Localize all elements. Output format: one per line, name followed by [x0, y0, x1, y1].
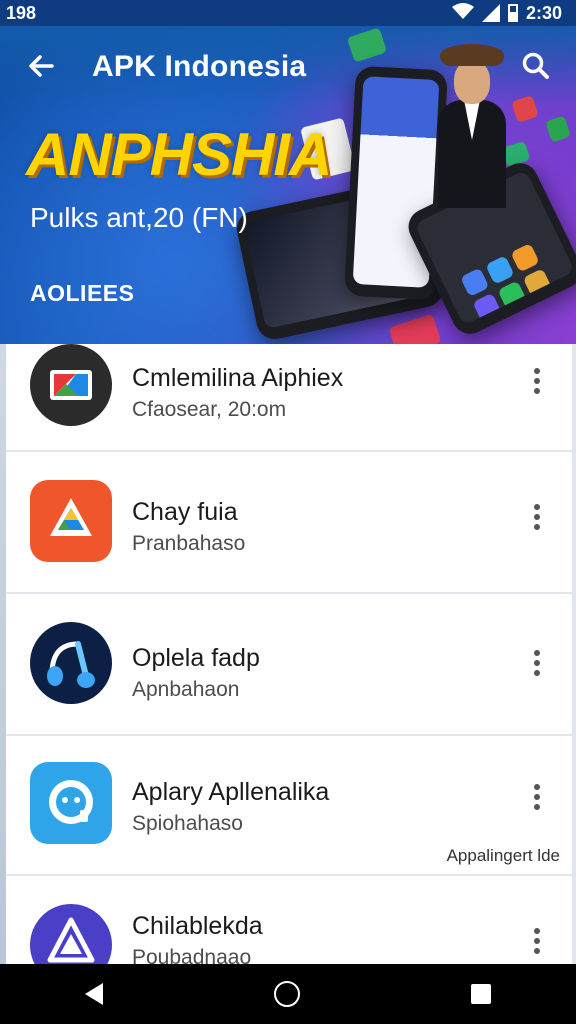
status-bar: 198 2:30 — [0, 0, 576, 26]
hero-banner: APK Indonesia ANPHSHIA Pulks ant,20 (FN)… — [0, 26, 576, 344]
app-name: Aplary Apllenalika — [132, 778, 330, 806]
status-icons: 2:30 — [451, 2, 562, 24]
app-list: Cmlemilina Aiphiex Cfaosear, 20:om Chay … — [6, 344, 572, 964]
status-time-right: 2:30 — [525, 2, 562, 23]
list-footnote: Appalingert lde — [446, 846, 560, 865]
app-name: Chilablekda — [132, 912, 263, 940]
list-item[interactable]: Chay fuia Pranbahaso — [6, 480, 572, 620]
nav-home-icon[interactable] — [273, 981, 300, 1007]
triangle-logo-icon — [30, 904, 112, 964]
nav-back-icon[interactable] — [85, 983, 104, 1005]
divider — [6, 874, 572, 876]
signal-icon — [481, 4, 500, 22]
wifi-icon — [451, 2, 474, 24]
chat-bubble-icon — [30, 762, 112, 844]
floating-app-card — [545, 115, 571, 143]
status-time-left: 198 — [6, 2, 37, 23]
more-vert-icon[interactable] — [532, 650, 542, 680]
battery-icon — [507, 4, 518, 22]
nav-recents-icon[interactable] — [470, 984, 491, 1004]
promo-subline: Pulks ant,20 (FN) — [30, 202, 248, 233]
system-nav-bar — [0, 964, 576, 1024]
promo-headline: ANPHSHIA — [26, 121, 332, 188]
app-name: Oplela fadp — [132, 644, 260, 672]
floating-app-card — [388, 313, 442, 344]
app-name: Chay fuia — [132, 498, 238, 526]
app-subtitle: Spiohahaso — [132, 812, 243, 835]
list-item[interactable]: Chilablekda Poubadnaao — [6, 904, 572, 964]
drive-triangle-icon — [30, 480, 112, 562]
section-label: AOLIEES — [30, 280, 135, 306]
list-item[interactable]: Aplary Apllenalika Spiohahaso — [6, 762, 572, 902]
more-vert-icon[interactable] — [532, 928, 542, 958]
search-icon[interactable] — [518, 48, 554, 84]
more-vert-icon[interactable] — [532, 368, 542, 398]
app-subtitle: Apnbahaon — [132, 678, 240, 701]
app-bar: APK Indonesia — [0, 40, 576, 92]
divider — [6, 592, 572, 594]
image-gallery-icon — [30, 344, 112, 426]
app-subtitle: Pranbahaso — [132, 532, 246, 555]
headphones-icon — [30, 622, 112, 704]
more-vert-icon[interactable] — [532, 784, 542, 814]
app-name: Cmlemilina Aiphiex — [132, 364, 344, 392]
app-subtitle: Cfaosear, 20:om — [132, 398, 287, 421]
app-title: APK Indonesia — [92, 50, 307, 83]
list-item[interactable]: Cmlemilina Aiphiex Cfaosear, 20:om — [6, 344, 572, 484]
more-vert-icon[interactable] — [532, 504, 542, 534]
divider — [6, 734, 572, 736]
app-subtitle: Poubadnaao — [132, 946, 252, 964]
list-item[interactable]: Oplela fadp Apnbahaon — [6, 620, 572, 760]
back-arrow-icon[interactable] — [24, 48, 60, 84]
divider — [6, 450, 572, 452]
